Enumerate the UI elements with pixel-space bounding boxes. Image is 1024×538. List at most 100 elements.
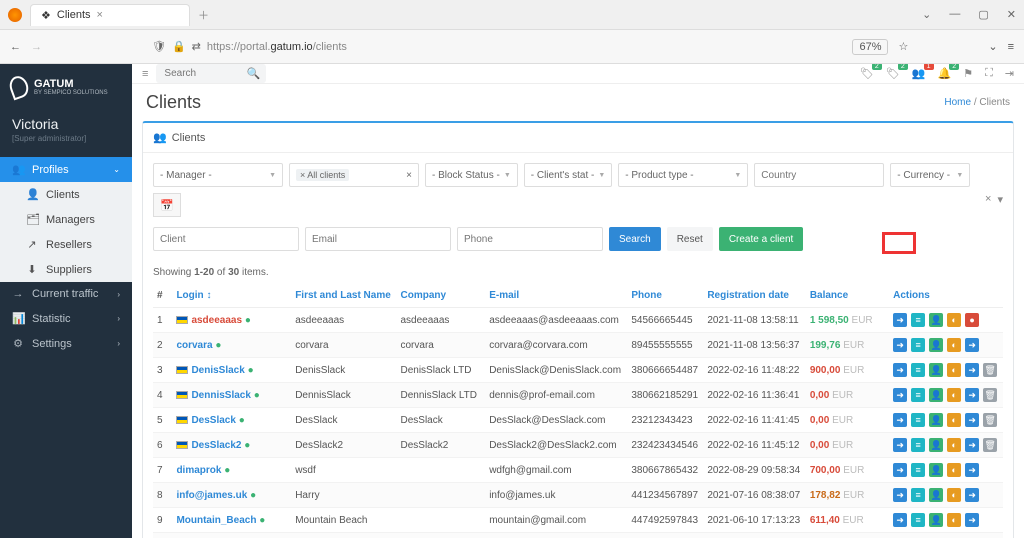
sidebar-item-clients[interactable]: 👤Clients xyxy=(0,182,132,207)
app-menu-icon[interactable]: ≡ xyxy=(1008,41,1014,53)
filter-clients[interactable]: × All clients× xyxy=(289,163,419,187)
cell-login[interactable]: info@james.uk ● xyxy=(172,483,291,508)
logout-icon[interactable]: ⇥ xyxy=(1005,67,1014,80)
action-g-icon[interactable]: 👤 xyxy=(929,363,943,377)
sidebar-item-current traffic[interactable]: →Current traffic› xyxy=(0,282,132,306)
action-o-icon[interactable]: ◐ xyxy=(947,388,961,402)
search-icon[interactable]: 🔍 xyxy=(247,67,261,80)
action-b-icon[interactable]: ➜ xyxy=(965,438,979,452)
nav-back-icon[interactable]: ← xyxy=(10,41,21,53)
action-o-icon[interactable]: ◐ xyxy=(947,363,961,377)
action-gr-icon[interactable]: 🗑 xyxy=(983,363,997,377)
topbar-badge[interactable]: 🔔2 xyxy=(938,67,952,80)
zoom-level[interactable]: 67% xyxy=(852,39,888,55)
action-gr-icon[interactable]: 🗑 xyxy=(983,438,997,452)
action-b-icon[interactable]: ➜ xyxy=(965,363,979,377)
window-close-icon[interactable]: ✕ xyxy=(1007,8,1016,21)
browser-tab[interactable]: ❖ Clients × xyxy=(30,4,190,26)
reset-button[interactable]: Reset xyxy=(667,227,713,251)
action-b-icon[interactable]: ➜ xyxy=(965,338,979,352)
action-t-icon[interactable]: ≡ xyxy=(911,438,925,452)
action-o-icon[interactable]: ◐ xyxy=(947,438,961,452)
pocket-icon[interactable]: ⌄ xyxy=(988,40,997,53)
action-t-icon[interactable]: ≡ xyxy=(911,488,925,502)
expand-icon[interactable]: ⛶ xyxy=(985,67,993,80)
col-phone[interactable]: Phone xyxy=(627,284,703,308)
action-b-icon[interactable]: ➜ xyxy=(893,463,907,477)
filter-email-input[interactable] xyxy=(305,227,451,251)
address-bar[interactable]: 🛡 🔒 ⇄ https://portal.gatum.io/clients xyxy=(152,40,347,53)
nav-forward-icon[interactable]: → xyxy=(31,41,42,53)
action-b-icon[interactable]: ➜ xyxy=(893,488,907,502)
action-b-icon[interactable]: ➜ xyxy=(893,388,907,402)
filter-client-input[interactable] xyxy=(153,227,299,251)
topbar-badge[interactable]: 👥1 xyxy=(912,67,926,80)
new-tab-button[interactable]: ＋ xyxy=(198,7,209,23)
action-b-icon[interactable]: ➜ xyxy=(965,463,979,477)
action-t-icon[interactable]: ≡ xyxy=(911,338,925,352)
flag-icon[interactable]: ⚑ xyxy=(963,67,973,80)
action-t-icon[interactable]: ≡ xyxy=(911,363,925,377)
search-button[interactable]: Search xyxy=(609,227,661,251)
action-g-icon[interactable]: 👤 xyxy=(929,338,943,352)
action-t-icon[interactable]: ≡ xyxy=(911,413,925,427)
action-o-icon[interactable]: ◐ xyxy=(947,313,961,327)
filter-currency[interactable]: - Currency -▼ xyxy=(890,163,970,187)
col-actions[interactable]: Actions xyxy=(889,284,1003,308)
action-g-icon[interactable]: 👤 xyxy=(929,313,943,327)
action-t-icon[interactable]: ≡ xyxy=(911,513,925,527)
filter-manager[interactable]: - Manager -▼ xyxy=(153,163,283,187)
sidebar-item-profiles[interactable]: 👥Profiles⌄ xyxy=(0,157,132,182)
action-o-icon[interactable]: ◐ xyxy=(947,488,961,502)
filter-clear-icon[interactable]: × xyxy=(985,193,991,217)
cell-login[interactable]: Mountain_Beach ● xyxy=(172,508,291,533)
action-t-icon[interactable]: ≡ xyxy=(911,313,925,327)
topbar-badge[interactable]: 🏷2 xyxy=(860,67,874,80)
action-b-icon[interactable]: ➜ xyxy=(893,338,907,352)
filter-date[interactable]: 📅 xyxy=(153,193,181,217)
cell-login[interactable]: Mountain_Beach1 ● xyxy=(172,533,291,538)
topbar-badge[interactable]: 🏷2 xyxy=(886,67,900,80)
menu-toggle-icon[interactable]: ≡ xyxy=(142,68,148,80)
action-b-icon[interactable]: ➜ xyxy=(893,438,907,452)
action-g-icon[interactable]: 👤 xyxy=(929,413,943,427)
filter-block-status[interactable]: - Block Status -▼ xyxy=(425,163,518,187)
sidebar-item-suppliers[interactable]: ⬇Suppliers xyxy=(0,257,132,282)
sidebar-item-statistic[interactable]: 📊Statistic› xyxy=(0,306,132,331)
sidebar-item-resellers[interactable]: ↗Resellers xyxy=(0,232,132,257)
action-o-icon[interactable]: ◐ xyxy=(947,338,961,352)
action-b-icon[interactable]: ➜ xyxy=(893,513,907,527)
cell-login[interactable]: DenisSlack ● xyxy=(172,358,291,383)
action-g-icon[interactable]: 👤 xyxy=(929,463,943,477)
create-client-button[interactable]: Create a client xyxy=(719,227,803,251)
action-b-icon[interactable]: ➜ xyxy=(965,513,979,527)
filter-country[interactable] xyxy=(754,163,884,187)
cell-login[interactable]: DesSlack2 ● xyxy=(172,433,291,458)
tab-close-icon[interactable]: × xyxy=(97,9,103,21)
action-b-icon[interactable]: ➜ xyxy=(965,388,979,402)
action-r-icon[interactable]: ● xyxy=(965,313,979,327)
col-balance[interactable]: Balance xyxy=(806,284,889,308)
window-caret-down-icon[interactable]: ⌄ xyxy=(922,8,931,21)
filter-caret-icon[interactable]: ▾ xyxy=(997,193,1003,217)
action-o-icon[interactable]: ◐ xyxy=(947,413,961,427)
action-o-icon[interactable]: ◐ xyxy=(947,513,961,527)
col-login[interactable]: Login ↕ xyxy=(172,284,291,308)
action-b-icon[interactable]: ➜ xyxy=(965,488,979,502)
filter-product-type[interactable]: - Product type -▼ xyxy=(618,163,748,187)
breadcrumb-home[interactable]: Home xyxy=(944,97,971,108)
action-gr-icon[interactable]: 🗑 xyxy=(983,388,997,402)
action-g-icon[interactable]: 👤 xyxy=(929,438,943,452)
action-b-icon[interactable]: ➜ xyxy=(965,413,979,427)
sidebar-item-settings[interactable]: ⚙Settings› xyxy=(0,331,132,356)
bookmark-icon[interactable]: ☆ xyxy=(898,40,908,53)
cell-login[interactable]: corvara ● xyxy=(172,333,291,358)
action-t-icon[interactable]: ≡ xyxy=(911,463,925,477)
action-g-icon[interactable]: 👤 xyxy=(929,488,943,502)
action-gr-icon[interactable]: 🗑 xyxy=(983,413,997,427)
cell-login[interactable]: DennisSlack ● xyxy=(172,383,291,408)
window-maximize-icon[interactable]: ▢ xyxy=(978,8,988,21)
action-b-icon[interactable]: ➜ xyxy=(893,313,907,327)
action-g-icon[interactable]: 👤 xyxy=(929,388,943,402)
action-b-icon[interactable]: ➜ xyxy=(893,413,907,427)
